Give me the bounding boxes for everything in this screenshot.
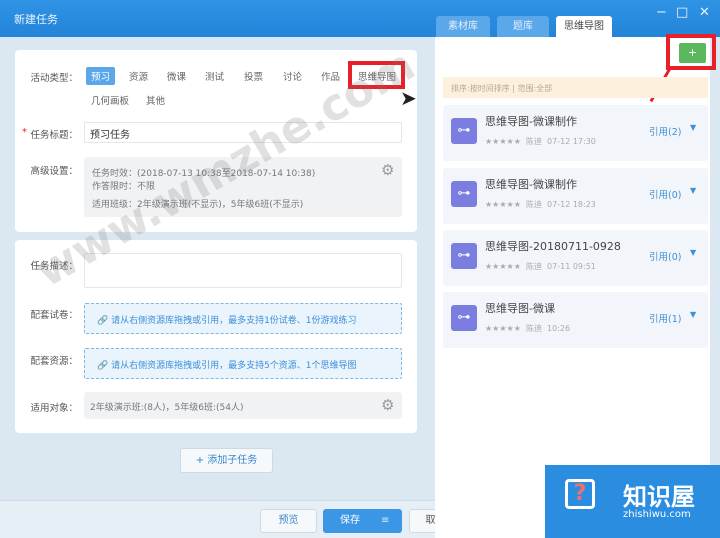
minimize-button[interactable]: − [656,5,667,20]
activity-type-label: 活动类型： [30,73,78,84]
time: 10:26 [547,324,571,333]
mind-map-icon: ⊶ [451,305,477,331]
author: 陈迪 [525,137,542,146]
tab-question-bank[interactable]: 题库 [497,16,549,37]
save-button[interactable]: 保存 ≡ [323,509,402,533]
gear-icon[interactable]: ⚙ [381,161,394,179]
chevron-down-icon[interactable]: ▼ [690,248,696,257]
list-item[interactable]: ⊶ 思维导图-20180711-0928 ★★★★★ 陈迪 07-11 09:5… [443,230,708,286]
item-title: 思维导图-微课 [485,302,555,315]
time: 07-12 18:23 [547,200,596,209]
author: 陈迪 [525,200,542,209]
author: 陈迪 [525,324,542,333]
type-resource[interactable]: 资源 [124,67,153,85]
brand-logo: ? 知识屋 zhishiwu.com [545,465,720,538]
chevron-down-icon[interactable]: ▼ [690,186,696,195]
maximize-button[interactable]: □ [676,5,688,20]
rating-stars: ★★★★★ [485,200,521,209]
type-other[interactable]: 其他 [141,91,170,109]
item-title: 思维导图-微课制作 [485,178,577,191]
type-discussion[interactable]: 讨论 [278,67,307,85]
task-description-input[interactable] [84,253,402,288]
type-vote[interactable]: 投票 [239,67,268,85]
reference-button[interactable]: 引用(1) [649,311,681,325]
resource-drop-zone[interactable]: 🔗 请从右侧资源库拖拽或引用，最多支持5个资源、1个思维导图 [84,348,402,379]
item-meta: ★★★★★ 陈迪 07-12 17:30 [485,136,596,147]
gear-icon[interactable]: ⚙ [381,396,394,414]
tab-mind-map[interactable]: 思维导图 [556,16,612,37]
item-meta: ★★★★★ 陈迪 10:26 [485,323,570,334]
link-icon: 🔗 [97,316,112,326]
brand-url: zhishiwu.com [623,509,691,520]
item-meta: ★★★★★ 陈迪 07-11 09:51 [485,261,596,272]
target-label: 适用对象： [30,403,78,414]
title-bar [0,0,720,37]
link-icon: 🔗 [97,361,112,371]
sort-bar[interactable]: 排序:按时间排序 | 范围:全部 [443,77,708,98]
add-mind-map-button[interactable]: + [679,43,706,63]
chevron-down-icon[interactable]: ▼ [690,310,696,319]
mind-map-icon: ⊶ [451,243,477,269]
task-title-label: 任务标题： [30,130,78,141]
paper-drop-zone[interactable]: 🔗 请从右侧资源库拖拽或引用，最多支持1份试卷、1份游戏练习 [84,303,402,334]
type-test[interactable]: 测试 [200,67,229,85]
item-title: 思维导图-20180711-0928 [485,240,621,253]
window-title: 新建任务 [14,13,58,26]
target-box[interactable]: 2年级演示班:(8人)，5年级6班:(54人) [84,392,402,419]
preview-button[interactable]: 预览 [260,509,317,533]
reference-button[interactable]: 引用(2) [649,124,681,138]
save-menu-icon[interactable]: ≡ [381,509,389,533]
list-item[interactable]: ⊶ 思维导图-微课制作 ★★★★★ 陈迪 07-12 17:30 引用(2) ▼ [443,105,708,161]
monitor-question-icon: ? [565,479,595,509]
author: 陈迪 [525,262,542,271]
item-title: 思维导图-微课制作 [485,115,577,128]
advanced-settings-label: 高级设置： [30,166,78,177]
rating-stars: ★★★★★ [485,137,521,146]
time: 07-12 17:30 [547,137,596,146]
paper-hint: 请从右侧资源库拖拽或引用，最多支持1份试卷、1份游戏练习 [111,316,357,326]
rating-stars: ★★★★★ [485,324,521,333]
time: 07-11 09:51 [547,262,596,271]
resource-label: 配套资源： [30,356,78,367]
reference-button[interactable]: 引用(0) [649,249,681,263]
type-preview[interactable]: 预习 [86,67,116,85]
tab-material-library[interactable]: 素材库 [436,16,490,37]
reference-button[interactable]: 引用(0) [649,187,681,201]
add-subtask-button[interactable]: + 添加子任务 [180,448,273,473]
type-microlesson[interactable]: 微课 [162,67,191,85]
rating-stars: ★★★★★ [485,262,521,271]
paper-label: 配套试卷： [30,310,78,321]
type-geometry[interactable]: 几何画板 [86,91,134,109]
mind-map-icon: ⊶ [451,118,477,144]
brand-name: 知识屋 [623,483,695,511]
save-label: 保存 [340,515,360,526]
chevron-down-icon[interactable]: ▼ [690,123,696,132]
mind-map-icon: ⊶ [451,181,477,207]
list-item[interactable]: ⊶ 思维导图-微课制作 ★★★★★ 陈迪 07-12 18:23 引用(0) ▼ [443,168,708,224]
resource-hint: 请从右侧资源库拖拽或引用，最多支持5个资源、1个思维导图 [111,361,357,371]
close-button[interactable]: ✕ [699,5,710,20]
list-item[interactable]: ⊶ 思维导图-微课 ★★★★★ 陈迪 10:26 引用(1) ▼ [443,292,708,348]
item-meta: ★★★★★ 陈迪 07-12 18:23 [485,199,596,210]
